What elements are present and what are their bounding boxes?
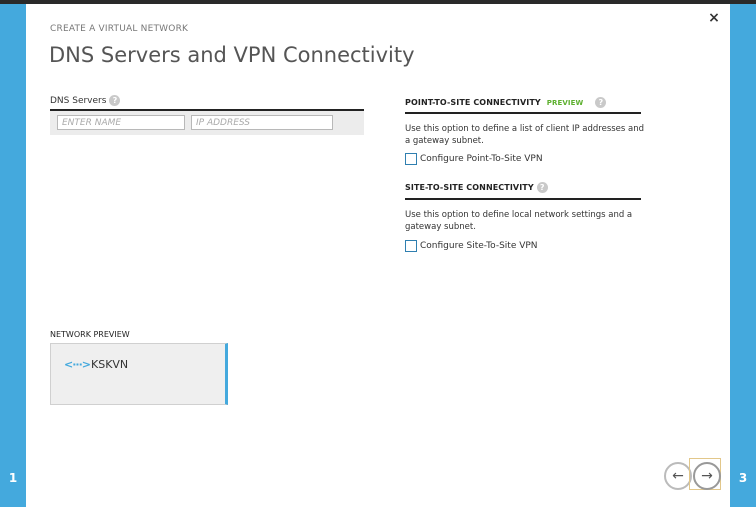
network-name: KSKVN [91,358,129,371]
network-preview-label: NETWORK PREVIEW [50,330,130,339]
right-step-rail: 3 [730,4,756,507]
next-button[interactable]: → [693,462,721,490]
site-to-site-checkbox-label[interactable]: Configure Site-To-Site VPN [420,241,538,251]
previous-step-number: 1 [8,471,18,485]
help-icon[interactable]: ? [595,97,607,108]
wizard-eyebrow: CREATE A VIRTUAL NETWORK [50,24,189,34]
back-button[interactable]: ← [664,462,692,490]
point-to-site-checkbox-row[interactable]: Configure Point-To-Site VPN [405,153,543,165]
site-to-site-heading-text: SITE-TO-SITE CONNECTIVITY [405,183,534,192]
point-to-site-divider [405,112,641,114]
dns-name-input[interactable] [57,115,185,130]
virtual-network-icon: <···> [64,358,91,371]
point-to-site-checkbox[interactable] [405,153,417,165]
dns-ip-input[interactable] [191,115,333,130]
network-preview-card[interactable]: <···> KSKVN [50,343,228,405]
close-button[interactable]: × [706,10,722,26]
site-to-site-checkbox[interactable] [405,240,417,252]
point-to-site-checkbox-label[interactable]: Configure Point-To-Site VPN [420,154,543,164]
dns-servers-label: DNS Servers? [50,95,121,106]
site-to-site-heading: SITE-TO-SITE CONNECTIVITY? [405,182,548,193]
point-to-site-heading-text: POINT-TO-SITE CONNECTIVITY [405,98,541,107]
preview-badge: PREVIEW [546,99,584,107]
next-step-number: 3 [738,471,748,485]
left-step-rail: 1 [0,4,26,507]
site-to-site-checkbox-row[interactable]: Configure Site-To-Site VPN [405,240,538,252]
site-to-site-divider [405,198,641,200]
site-to-site-description: Use this option to define local network … [405,210,633,232]
point-to-site-description: Use this option to define a list of clie… [405,124,645,146]
dns-entry-row [50,111,364,135]
help-icon[interactable]: ? [536,182,548,193]
point-to-site-heading: POINT-TO-SITE CONNECTIVITY PREVIEW? [405,97,607,108]
page-title: DNS Servers and VPN Connectivity [49,43,415,67]
help-icon[interactable]: ? [109,95,121,106]
wizard-dialog: × CREATE A VIRTUAL NETWORK DNS Servers a… [26,4,730,507]
dns-servers-label-text: DNS Servers [50,96,107,106]
